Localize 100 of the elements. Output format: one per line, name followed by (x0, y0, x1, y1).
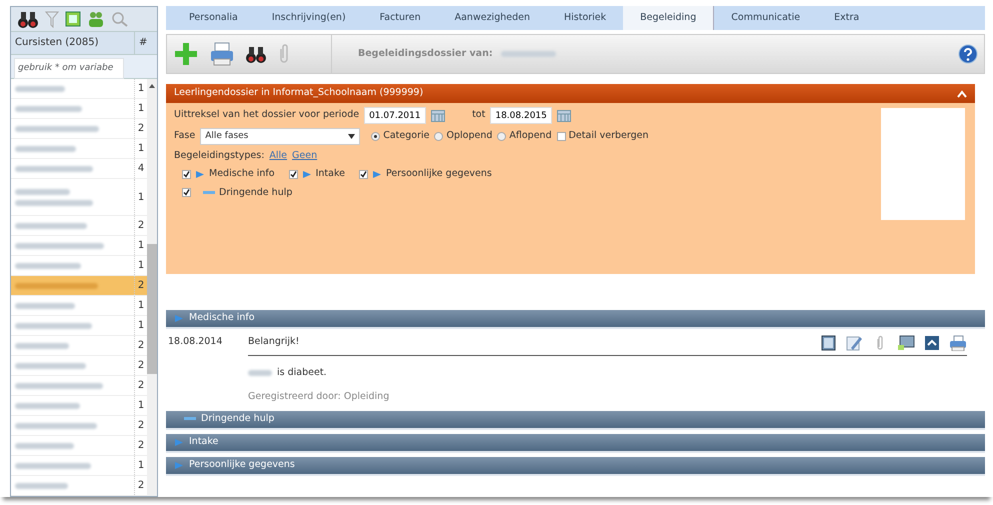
edit-icon[interactable] (845, 335, 863, 351)
redacted-name (15, 442, 74, 448)
count-label: 2 (136, 339, 146, 353)
list-row[interactable]: 2 (11, 416, 147, 436)
filter-icon[interactable] (45, 10, 59, 28)
list-row[interactable]: 1 (11, 456, 147, 476)
list-row[interactable]: 1 (11, 99, 147, 119)
count-label: 1 (136, 399, 146, 413)
redacted-name (15, 222, 87, 228)
count-label: 2 (136, 122, 146, 136)
entry-footer: Geregistreerd door: Opleiding (248, 390, 967, 404)
count-label: 4 (136, 162, 146, 176)
redacted-name (15, 482, 68, 488)
redacted-name (500, 51, 556, 57)
count-label: 2 (136, 479, 146, 493)
list-row[interactable]: 1 (11, 179, 147, 216)
redacted-name (15, 362, 86, 368)
redacted-name (15, 302, 75, 308)
flag-icon (302, 170, 312, 179)
tab[interactable]: Facturen (362, 6, 438, 30)
list-row[interactable]: 1 (11, 396, 147, 416)
entry-title: Belangrijk! (248, 335, 300, 349)
help-icon[interactable] (958, 44, 978, 64)
list-row[interactable]: 1 (11, 316, 147, 336)
list-row[interactable]: 2 (11, 119, 147, 139)
tab[interactable]: Communicatie (714, 6, 818, 30)
detail-checkbox[interactable]: Detail verbergen (556, 129, 648, 144)
count-label: 1 (136, 319, 146, 333)
list-row[interactable]: 2 (11, 376, 147, 396)
calendar-icon[interactable] (557, 110, 572, 122)
column-header[interactable]: # (135, 32, 157, 54)
spreadsheet-icon[interactable] (65, 10, 81, 27)
tab[interactable]: Personalia (172, 6, 255, 30)
collapse-icon[interactable] (923, 335, 941, 351)
count-label: 1 (136, 190, 146, 204)
print-icon[interactable] (949, 335, 967, 351)
sort-radio[interactable]: Aflopend (497, 129, 552, 144)
count-label: 1 (136, 239, 146, 253)
list-row[interactable]: 2 (11, 276, 147, 296)
sort-radio[interactable]: Oplopend (434, 129, 492, 144)
type-checkbox[interactable]: Medische info (182, 167, 275, 182)
count-label: 1 (136, 142, 146, 156)
calendar-icon[interactable] (431, 110, 446, 122)
list-row[interactable]: 1 (11, 139, 147, 159)
flag-icon (174, 438, 184, 446)
checkmark-icon (360, 170, 367, 178)
date-field[interactable]: 01.07.2011 (364, 107, 426, 124)
binoculars-icon[interactable] (245, 44, 267, 64)
list-row[interactable]: 2 (11, 476, 147, 496)
add-icon[interactable] (173, 41, 199, 67)
count-label: 2 (136, 219, 146, 233)
list-row[interactable]: 2 (11, 216, 147, 236)
list-row[interactable]: 4 (11, 159, 147, 179)
entry-date: 18.08.2014 (168, 335, 224, 349)
book-icon[interactable] (819, 335, 837, 351)
section-header[interactable]: Dringende hulp (166, 410, 985, 430)
date-field[interactable]: 18.08.2015 (490, 107, 552, 124)
list-row[interactable]: 2 (11, 356, 147, 376)
panel-title: Leerlingendossier in Informat_Schoolnaam (999999) (174, 86, 424, 100)
monitor-icon[interactable] (897, 335, 915, 351)
redacted-name (15, 262, 81, 268)
count-label: 2 (136, 419, 146, 433)
count-label: 2 (136, 279, 146, 293)
search-field[interactable]: gebruik * om variabe (14, 58, 124, 78)
redacted-name (15, 402, 80, 408)
types-label: Begeleidingstypes: (174, 149, 264, 163)
column-header[interactable]: Cursisten (2085) (11, 32, 135, 54)
list-row[interactable]: 1 (11, 296, 147, 316)
people-icon[interactable] (87, 10, 105, 28)
tab[interactable]: Historiek (546, 6, 624, 30)
section-header[interactable]: Persoonlijke gegevens (166, 456, 985, 476)
list-row[interactable]: 2 (11, 436, 147, 456)
dash-icon (203, 190, 215, 195)
flag-icon (372, 170, 382, 179)
flag-icon (174, 460, 184, 470)
tab[interactable]: Begeleiding (623, 6, 714, 30)
list-row[interactable]: 1 (11, 79, 147, 99)
count-label: 2 (136, 379, 146, 393)
zoom-icon[interactable] (111, 10, 129, 27)
collapse-icon[interactable] (957, 90, 967, 98)
section-header[interactable]: Medische info (166, 310, 985, 329)
print-icon[interactable] (209, 41, 235, 67)
sort-radio[interactable]: Categorie (371, 129, 430, 144)
checkmark-icon (183, 170, 190, 178)
tab[interactable]: Aanwezigheden (438, 6, 547, 30)
section-header[interactable]: Intake (166, 434, 985, 452)
tab[interactable]: Extra (817, 6, 876, 30)
fase-dropdown[interactable]: Alle fases (200, 128, 360, 145)
type-checkbox[interactable]: Intake (288, 167, 345, 182)
type-checkbox[interactable]: Dringende hulp (182, 186, 292, 200)
entry-text: is diabeet. (277, 366, 327, 380)
scrollbar-thumb[interactable] (147, 244, 157, 374)
count-label: 1 (136, 102, 146, 116)
caret-icon (348, 134, 356, 139)
type-checkbox[interactable]: Persoonlijke gegevens (358, 167, 492, 182)
tab[interactable]: Inschrijving(en) (254, 6, 363, 30)
list-row[interactable]: 1 (11, 236, 147, 256)
to-label: tot (472, 108, 486, 122)
list-row[interactable]: 2 (11, 336, 147, 356)
period-label: Uittreksel van het dossier voor periode (174, 108, 360, 122)
